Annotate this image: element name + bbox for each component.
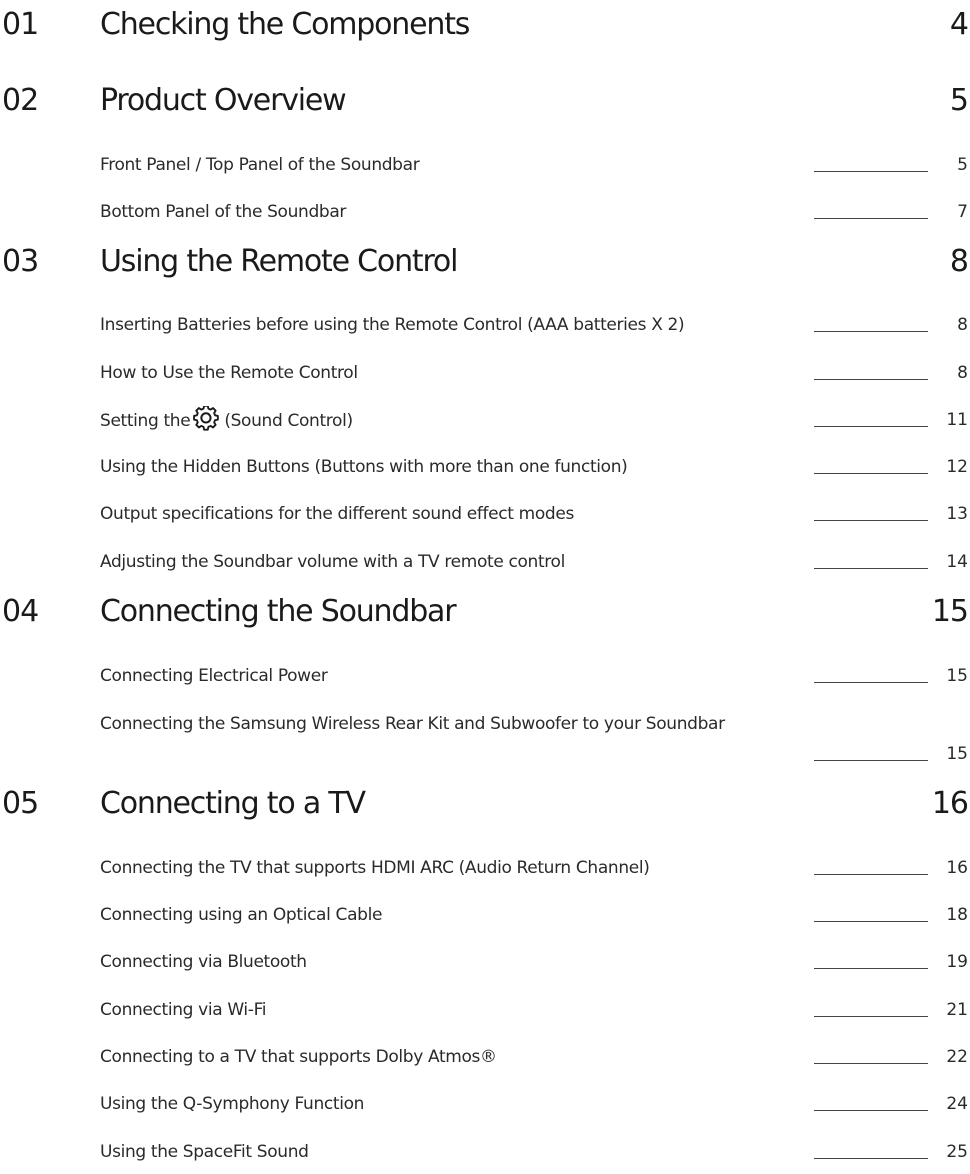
dot-leader-line [814,760,928,761]
toc-entry-title: Bottom Panel of the Soundbar [100,202,347,222]
toc-entry-title: Connecting Electrical Power [100,666,328,686]
toc-entry-title: Connecting the TV that supports HDMI ARC… [100,858,650,878]
toc-chapter-heading[interactable]: 02 Product Overview 5 [0,79,970,123]
chapter-title: Checking the Components [100,7,470,42]
dot-leader-line [814,682,928,683]
toc-entry-title: Inserting Batteries before using the Rem… [100,315,685,335]
dot-leader-line [814,1110,928,1111]
toc-entry-page: 7 [957,202,968,222]
chapter-page-number: 8 [949,244,969,279]
dot-leader-line [814,1063,928,1064]
toc-entry-title: Using the Q-Symphony Function [100,1094,365,1114]
toc-entry-title: How to Use the Remote Control [100,363,358,383]
toc-entry-title: Connecting the Samsung Wireless Rear Kit… [100,714,725,734]
toc-entry-title: Connecting using an Optical Cable [100,905,383,925]
toc-entry-page: 11 [946,410,968,430]
toc-entry-title: Connecting via Wi-Fi [100,1000,267,1020]
chapter-page-number: 15 [931,594,969,629]
chapter-page-number: 5 [949,83,969,118]
dot-leader-line [814,218,928,219]
toc-entry-page: 18 [946,905,968,925]
toc-entry-title: Output specifications for the different … [100,504,574,524]
toc-entry-title: Setting the (Sound Control) [100,406,780,436]
dot-leader-line [814,331,928,332]
chapter-number: 03 [2,244,39,279]
table-of-contents: 01 Checking the Components 4 02 Product … [0,0,970,1174]
dot-leader-line [814,921,928,922]
dot-leader-line [814,379,928,380]
dot-leader-line [814,426,928,427]
dot-leader-line [814,171,928,172]
toc-entry-title: Connecting to a TV that supports Dolby A… [100,1047,497,1067]
chapter-title: Using the Remote Control [100,244,458,279]
gear-icon [193,406,220,431]
dot-leader-line [814,1158,928,1159]
toc-entry-page: 24 [946,1094,968,1114]
toc-entry-page: 13 [946,504,968,524]
toc-chapter-heading[interactable]: 05 Connecting to a TV 16 [0,782,970,826]
toc-entry-page: 16 [946,858,968,878]
dot-leader-line [814,1016,928,1017]
toc-entry-title-prefix: Setting the [100,411,191,431]
toc-entry-page: 8 [957,315,968,335]
toc-entry-page: 25 [946,1142,968,1162]
toc-entry-page: 19 [946,952,968,972]
chapter-page-number: 16 [931,786,969,821]
toc-chapter-heading[interactable]: 01 Checking the Components 4 [0,3,970,47]
chapter-page-number: 4 [949,7,969,42]
toc-entry-page: 21 [946,1000,968,1020]
dot-leader-line [814,473,928,474]
toc-entry-page: 15 [946,744,968,764]
chapter-title: Connecting to a TV [100,786,366,821]
chapter-number: 01 [2,7,39,42]
toc-entry-page: 12 [946,457,968,477]
chapter-title: Connecting the Soundbar [100,594,457,629]
chapter-number: 04 [2,594,39,629]
toc-chapter-heading[interactable]: 04 Connecting the Soundbar 15 [0,590,970,634]
toc-chapter-heading[interactable]: 03 Using the Remote Control 8 [0,240,970,284]
dot-leader-line [814,568,928,569]
dot-leader-line [814,874,928,875]
toc-entry-title: Using the Hidden Buttons (Buttons with m… [100,457,628,477]
toc-entry-title: Using the SpaceFit Sound [100,1142,309,1162]
toc-entry-page: 22 [946,1047,968,1067]
chapter-number: 05 [2,786,39,821]
dot-leader-line [814,968,928,969]
toc-entry-title: Front Panel / Top Panel of the Soundbar [100,155,420,175]
toc-entry-page: 14 [946,552,968,572]
toc-entry-page: 8 [957,363,968,383]
chapter-title: Product Overview [100,83,347,118]
toc-entry-title-suffix: (Sound Control) [224,411,353,431]
toc-entry-title: Connecting via Bluetooth [100,952,307,972]
toc-entry-page: 5 [957,155,968,175]
toc-entry-title: Adjusting the Soundbar volume with a TV … [100,552,565,572]
toc-entry-page: 15 [946,666,968,686]
dot-leader-line [814,520,928,521]
chapter-number: 02 [2,83,39,118]
